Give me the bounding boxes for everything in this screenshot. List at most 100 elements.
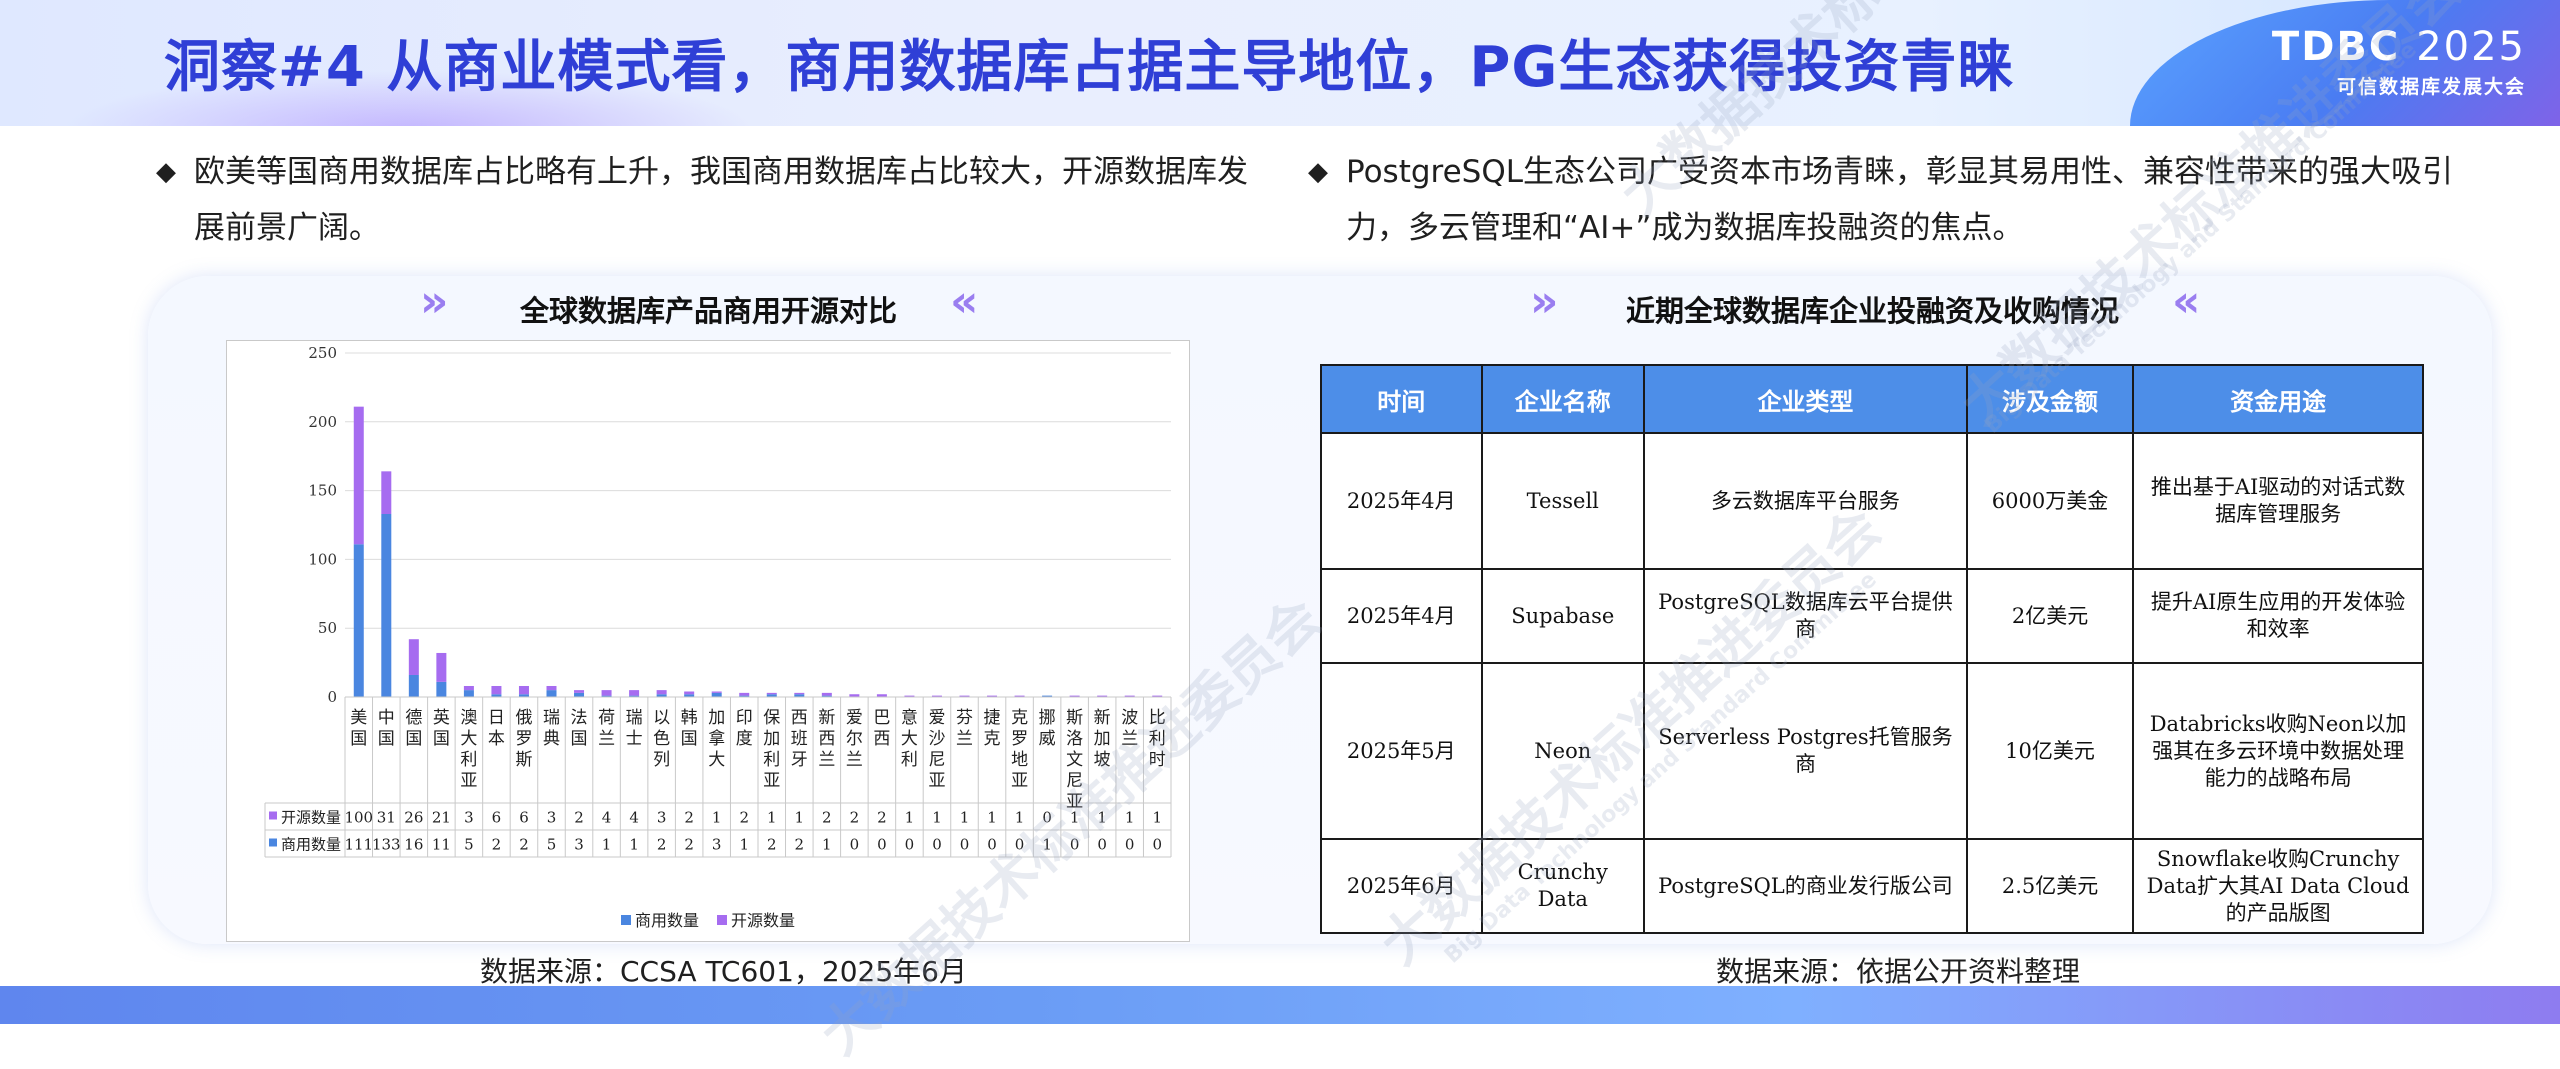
bar-commercial <box>463 690 474 697</box>
bar-opensource <box>739 692 750 696</box>
data-label: 2 <box>574 809 584 827</box>
bar-commercial <box>574 692 585 697</box>
x-tick-label: 俄罗斯 <box>515 708 532 770</box>
data-label: 1 <box>1152 809 1162 827</box>
data-label: 0 <box>905 836 915 854</box>
x-tick-label: 瑞士 <box>626 708 643 749</box>
data-label: 5 <box>547 836 557 854</box>
bar-commercial <box>381 513 392 697</box>
legend-label: 开源数量 <box>731 911 795 930</box>
bar-opensource <box>711 691 722 693</box>
table-cell: 2025年4月 <box>1320 568 1483 664</box>
data-label: 16 <box>404 836 423 854</box>
data-label: 1 <box>822 836 832 854</box>
diamond-bullet-icon: ◆ <box>156 157 176 187</box>
table-cell: 2.5亿美元 <box>1965 838 2135 934</box>
x-tick-label: 巴西 <box>873 708 890 749</box>
bar-opensource <box>656 690 667 695</box>
chevron-right-icon: » <box>1530 276 1559 327</box>
data-label: 2 <box>767 836 777 854</box>
table-header-cell: 企业名称 <box>1480 364 1646 434</box>
y-tick-label: 50 <box>318 619 337 637</box>
data-label: 0 <box>932 836 942 854</box>
data-label: 2 <box>822 809 832 827</box>
legend-key <box>717 915 727 925</box>
data-label: 2 <box>739 809 749 827</box>
data-label: 1 <box>629 836 639 854</box>
bar-opensource <box>381 471 392 514</box>
x-tick-label: 德国 <box>405 708 422 749</box>
bar-opensource <box>574 690 585 693</box>
x-tick-label: 芬兰 <box>956 708 973 749</box>
data-label: 111 <box>344 836 373 854</box>
data-label: 1 <box>905 809 915 827</box>
bullet-left: ◆ 欧美等国商用数据库占比略有上升，我国商用数据库占比较大，开源数据库发展前景广… <box>156 144 1266 256</box>
bar-opensource <box>353 406 364 545</box>
table-cell: 10亿美元 <box>1965 662 2135 840</box>
data-table-series-label: 开源数量 <box>281 809 341 827</box>
x-tick-label: 法国 <box>571 708 588 749</box>
table-cell: Databricks收购Neon以加强其在多云环境中数据处理能力的战略布局 <box>2132 662 2424 840</box>
data-label: 1 <box>602 836 612 854</box>
data-label: 0 <box>1152 836 1162 854</box>
data-label: 5 <box>464 836 474 854</box>
data-label: 2 <box>684 836 694 854</box>
data-label: 4 <box>629 809 639 827</box>
bar-commercial <box>353 544 364 697</box>
table-cell: 2亿美元 <box>1965 568 2135 664</box>
data-label: 4 <box>602 809 612 827</box>
data-label: 1 <box>960 809 970 827</box>
data-label: 0 <box>850 836 860 854</box>
bar-commercial <box>711 692 722 697</box>
bar-opensource <box>518 685 529 695</box>
bar-opensource <box>436 652 447 682</box>
data-label: 2 <box>684 809 694 827</box>
data-label: 11 <box>432 836 451 854</box>
table-cell: 推出基于AI驱动的对话式数据库管理服务 <box>2132 432 2424 570</box>
x-tick-label: 瑞典 <box>543 708 560 749</box>
data-label: 1 <box>712 809 722 827</box>
data-label: 1 <box>767 809 777 827</box>
bar-commercial <box>546 690 557 697</box>
chevron-right-icon: » <box>420 276 449 327</box>
x-tick-label: 意大利 <box>901 708 918 770</box>
data-label: 3 <box>574 836 584 854</box>
x-tick-label: 印度 <box>736 708 753 749</box>
table-cell: 2025年5月 <box>1320 662 1483 840</box>
x-tick-label: 加拿大 <box>708 708 725 770</box>
data-table-series-label: 商用数量 <box>281 836 341 854</box>
data-label: 3 <box>657 809 667 827</box>
data-label: 3 <box>464 809 474 827</box>
data-label: 6 <box>492 809 502 827</box>
chevron-left-icon: « <box>950 276 979 327</box>
x-tick-label: 韩国 <box>681 708 698 749</box>
table-header-row: 时间 企业名称 企业类型 涉及金额 资金用途 <box>1320 364 2424 434</box>
legend-key <box>621 915 631 925</box>
table-header-cell: 时间 <box>1320 364 1483 434</box>
data-label: 0 <box>1125 836 1135 854</box>
bullet-left-text: 欧美等国商用数据库占比略有上升，我国商用数据库占比较大，开源数据库发展前景广阔。 <box>194 154 1248 246</box>
data-label: 2 <box>492 836 502 854</box>
bar-commercial <box>408 674 419 697</box>
x-tick-label: 荷兰 <box>598 708 615 749</box>
table-cell: PostgreSQL的商业发行版公司 <box>1643 838 1968 934</box>
legend-label: 商用数量 <box>635 911 699 930</box>
table-header-cell: 资金用途 <box>2132 364 2424 434</box>
data-label: 2 <box>657 836 667 854</box>
data-label: 1 <box>932 809 942 827</box>
legend-key <box>269 811 277 820</box>
footer-bar <box>0 986 2560 1024</box>
header-banner: 洞察#4 从商业模式看，商用数据库占据主导地位，PG生态获得投资青睐 TDBC … <box>0 0 2560 126</box>
data-label: 21 <box>432 809 451 827</box>
table-source: 数据来源：依据公开资料整理 <box>1716 955 2081 988</box>
x-tick-label: 美国 <box>350 708 367 749</box>
y-tick-label: 150 <box>308 482 337 500</box>
bar-opensource <box>546 685 557 691</box>
data-label: 26 <box>404 809 423 827</box>
bar-opensource <box>463 685 474 691</box>
x-tick-label: 捷克 <box>984 708 1001 749</box>
x-tick-label: 克罗地亚 <box>1011 708 1028 791</box>
data-label: 1 <box>739 836 749 854</box>
bar-opensource <box>766 692 777 695</box>
bar-opensource <box>684 691 695 695</box>
